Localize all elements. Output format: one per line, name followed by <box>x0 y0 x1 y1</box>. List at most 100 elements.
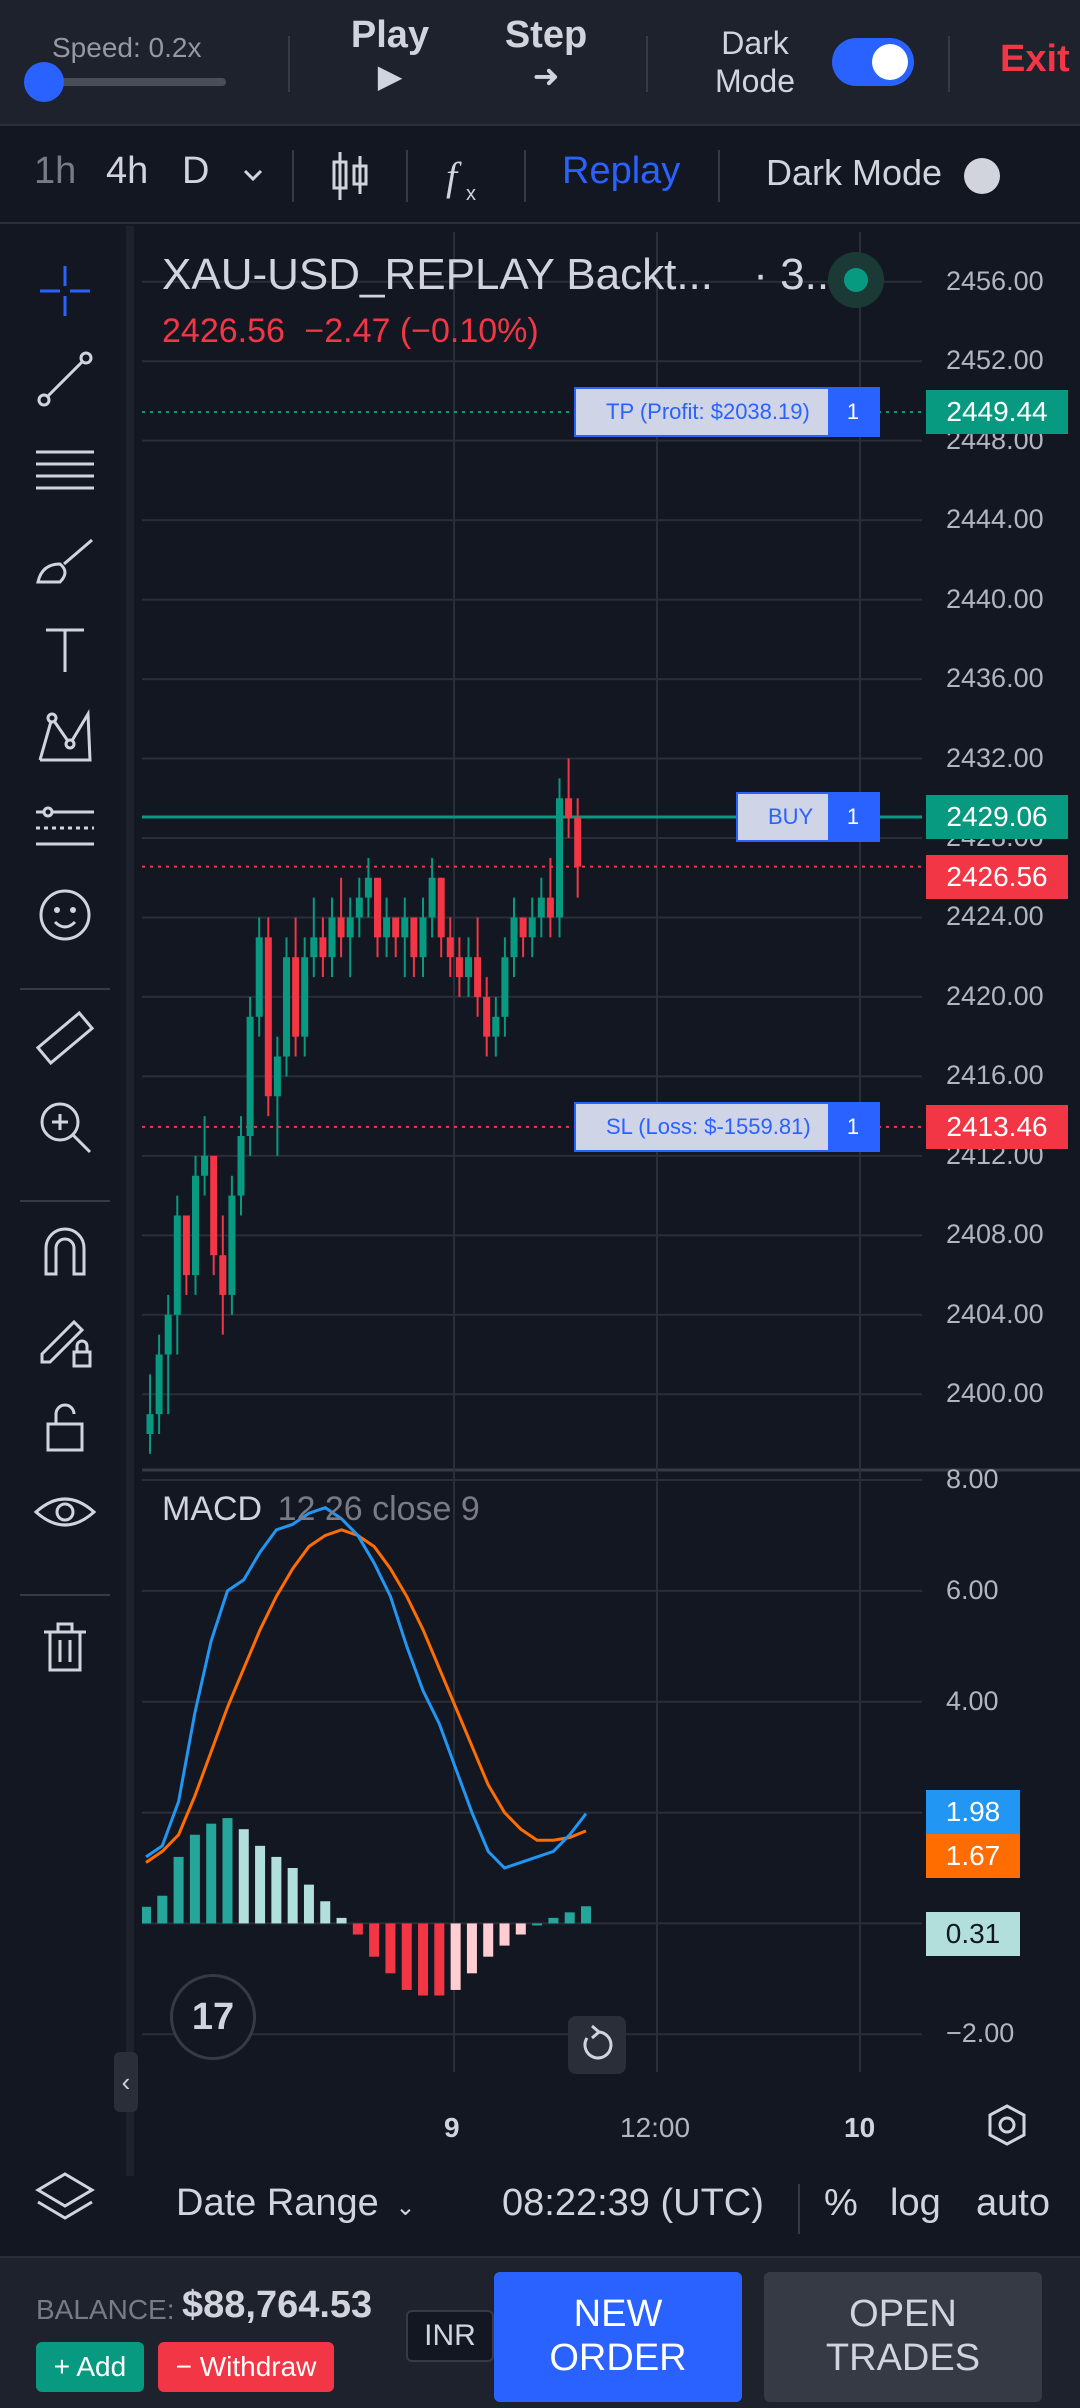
chevron-down-icon[interactable] <box>240 162 266 193</box>
step-button[interactable]: Step ➜ <box>496 14 596 95</box>
trash-icon[interactable] <box>30 1610 100 1680</box>
trend-line-icon[interactable] <box>30 344 100 414</box>
candle-body <box>155 1354 163 1415</box>
macd-histogram-bar <box>434 1923 445 1996</box>
price-axis-label: 2456.00 <box>946 265 1044 296</box>
buy-price-badge: 2429.06 <box>926 794 1068 839</box>
clock-display[interactable]: 08:22:39 (UTC) <box>502 2182 764 2225</box>
open-trades-button[interactable]: OPEN TRADES <box>764 2272 1042 2402</box>
macd-histogram-bar <box>255 1845 266 1924</box>
macd-histogram-bar <box>499 1923 510 1946</box>
add-funds-button[interactable]: + Add <box>36 2342 144 2392</box>
take-profit-order[interactable]: TP (Profit: $2038.19) 1 <box>574 387 880 438</box>
candle-body <box>219 1255 227 1295</box>
macd-histogram-bar <box>189 1834 200 1924</box>
pattern-icon[interactable] <box>30 704 100 774</box>
candle-body <box>173 1215 181 1315</box>
emoji-icon[interactable] <box>30 880 100 950</box>
macd-histogram-bar <box>336 1917 347 1924</box>
chart-bottom-bar: Date Range ⌄ 08:22:39 (UTC) % log auto <box>142 2162 1080 2258</box>
macd-value-badge: 1.98 <box>926 1790 1020 1834</box>
exit-button[interactable]: Exit <box>1000 38 1070 81</box>
macd-line <box>145 1506 588 1870</box>
macd-histogram-bar <box>532 1923 543 1926</box>
chevron-down-icon: ⌄ <box>395 2194 416 2221</box>
tp-price-badge: 2449.44 <box>926 390 1068 435</box>
macd-axis-label: 8.00 <box>946 1464 999 1494</box>
candle-body <box>483 996 491 1037</box>
replay-control-bar: Speed: 0.2x Play ▶ Step ➜ Dark Mode Exit <box>0 0 1080 126</box>
candle-body <box>492 1016 500 1037</box>
price-axis-label: 2408.00 <box>946 1219 1044 1250</box>
zoom-in-icon[interactable] <box>30 1092 100 1162</box>
reset-chart-icon[interactable] <box>568 2016 626 2074</box>
svg-text:x: x <box>466 183 476 205</box>
candle-body <box>146 1414 154 1434</box>
market-status-dot <box>828 252 884 308</box>
candle-body <box>228 1195 236 1295</box>
dark-mode-radio[interactable] <box>964 158 1000 194</box>
crosshair-icon[interactable] <box>30 256 100 326</box>
symbol-title[interactable]: XAU-USD_REPLAY Backt... · 3.. <box>162 250 829 300</box>
macd-histogram-bar <box>352 1923 363 1935</box>
candle-body <box>574 818 582 867</box>
timeframe-d[interactable]: D <box>182 150 209 193</box>
fib-retracement-icon[interactable] <box>30 434 100 504</box>
auto-scale-button[interactable]: auto <box>976 2182 1050 2225</box>
price-axis-label: 2452.00 <box>946 345 1044 376</box>
ruler-icon[interactable] <box>30 1004 100 1074</box>
layers-icon[interactable] <box>30 2162 100 2232</box>
lock-drawing-icon[interactable] <box>30 1304 100 1374</box>
indicators-icon[interactable]: fx <box>444 150 490 211</box>
collapse-sidebar-button[interactable]: ‹ <box>114 2052 138 2112</box>
buy-position[interactable]: BUY 1 <box>736 791 880 842</box>
dark-mode-label: Dark Mode <box>714 25 796 99</box>
text-tool-icon[interactable] <box>30 614 100 684</box>
percent-scale-button[interactable]: % <box>824 2182 858 2225</box>
macd-histogram-bar <box>418 1923 429 1996</box>
candle-body <box>410 917 418 958</box>
magnet-icon[interactable] <box>30 1216 100 1286</box>
dark-mode-toggle[interactable] <box>832 38 914 86</box>
price-axis-label: 2440.00 <box>946 583 1044 614</box>
macd-histogram-bar <box>483 1923 494 1957</box>
eye-icon[interactable] <box>30 1480 100 1550</box>
candle-body <box>164 1314 172 1355</box>
macd-histogram-bar <box>385 1923 396 1974</box>
candles-icon[interactable] <box>330 148 370 209</box>
speed-slider-handle[interactable] <box>24 62 64 102</box>
candle-body <box>528 917 536 938</box>
time-axis-1200: 12:00 <box>620 2112 691 2143</box>
new-order-button[interactable]: NEW ORDER <box>494 2272 742 2402</box>
candle-body <box>210 1155 218 1256</box>
price-axis-label: 2420.00 <box>946 980 1044 1011</box>
candle-body <box>182 1215 190 1276</box>
macd-legend[interactable]: MACD 12 26 close 9 <box>162 1490 480 1529</box>
svg-text:f: f <box>446 154 462 199</box>
candle-body <box>546 897 554 918</box>
timeframe-4h[interactable]: 4h <box>106 150 148 193</box>
candle-body <box>273 1056 281 1097</box>
speed-slider-track[interactable] <box>44 78 226 86</box>
replay-button[interactable]: Replay <box>562 150 680 193</box>
brush-icon[interactable] <box>30 524 100 594</box>
chart-settings-icon[interactable] <box>982 2100 1032 2155</box>
log-scale-button[interactable]: log <box>890 2182 941 2225</box>
currency-selector[interactable]: INR <box>406 2310 494 2362</box>
withdraw-button[interactable]: − Withdraw <box>158 2342 334 2392</box>
candle-body <box>455 957 463 978</box>
macd-histogram-bar <box>581 1906 591 1924</box>
candle-body <box>374 877 381 938</box>
candle-body <box>392 917 400 938</box>
account-footer: BALANCE: $88,764.53 + Add − Withdraw INR… <box>0 2256 1080 2408</box>
forecast-icon[interactable] <box>30 792 100 862</box>
date-range-button[interactable]: Date Range ⌄ <box>176 2182 415 2225</box>
unlock-icon[interactable] <box>30 1392 100 1462</box>
stop-loss-order[interactable]: SL (Loss: $-1559.81) 1 <box>574 1101 880 1152</box>
timeframe-1h[interactable]: 1h <box>34 150 76 193</box>
drawing-tools-sidebar: ‹ <box>0 226 138 2220</box>
play-button[interactable]: Play ▶ <box>340 14 440 95</box>
macd-histogram-bar <box>515 1923 526 1935</box>
step-icon: ➜ <box>532 58 560 94</box>
chart-area[interactable]: XAU-USD_REPLAY Backt... · 3.. 2426.56 −2… <box>142 232 1080 2146</box>
